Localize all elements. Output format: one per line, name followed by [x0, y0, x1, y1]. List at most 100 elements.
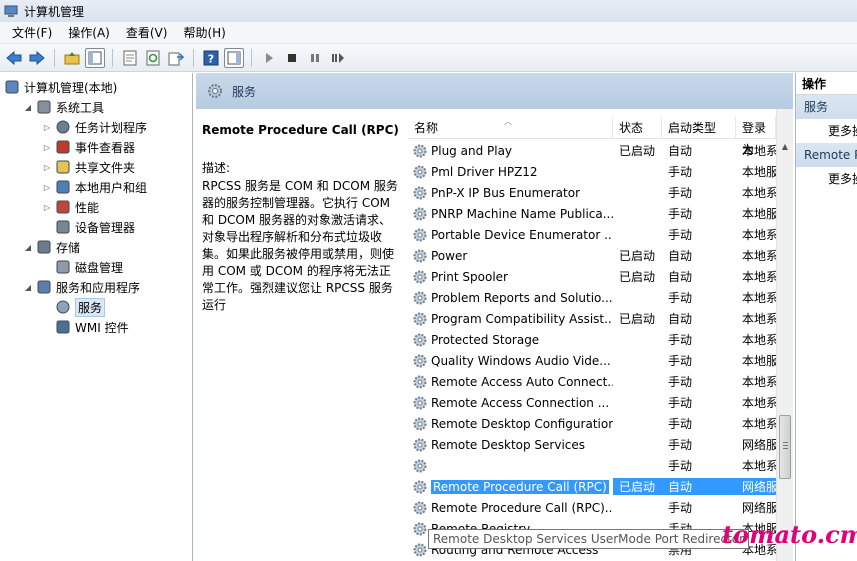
restart-service-button[interactable] — [328, 48, 348, 68]
pause-icon — [311, 53, 319, 62]
expand-arrow-icon[interactable]: ▷ — [42, 142, 52, 152]
tree-item[interactable]: 设备管理器 — [0, 217, 192, 237]
forward-button[interactable] — [27, 48, 47, 68]
play-icon — [266, 52, 273, 63]
scrollbar-thumb[interactable] — [779, 415, 791, 479]
more-actions-rpc[interactable]: 更多操作 — [796, 167, 857, 191]
refresh-button[interactable] — [143, 48, 163, 68]
column-header-name[interactable]: ︿ 名称 — [408, 117, 613, 139]
service-gear-icon — [413, 312, 427, 325]
service-row[interactable]: Protected Storage 手动 本地系 — [408, 329, 776, 350]
menu-action[interactable]: 操作(A) — [60, 23, 118, 43]
collapse-arrow-icon[interactable]: ◢ — [23, 102, 33, 112]
service-logon-as: 本地系 — [742, 375, 776, 389]
up-folder-button[interactable] — [62, 48, 82, 68]
service-row[interactable]: Pml Driver HPZ12 手动 本地服 — [408, 161, 776, 182]
service-name-cell: PnP-X IP Bus Enumerator — [408, 185, 613, 201]
tree-item[interactable]: ▷ 本地用户和组 — [0, 177, 192, 197]
service-row[interactable]: Power 已启动 自动 本地系 — [408, 245, 776, 266]
collapse-arrow-icon[interactable]: ◢ — [23, 242, 33, 252]
pause-service-button[interactable] — [305, 48, 325, 68]
service-startup-type: 手动 — [668, 501, 693, 515]
service-row[interactable]: Problem Reports and Solutio... 手动 本地系 — [408, 287, 776, 308]
menu-file[interactable]: 文件(F) — [4, 23, 60, 43]
service-row[interactable]: Remote Procedure Call (RPC)... 手动 网络服 — [408, 497, 776, 518]
service-row[interactable]: Plug and Play 已启动 自动 本地系 — [408, 140, 776, 161]
tree-item[interactable]: ◢ 存储 — [0, 237, 192, 257]
stop-service-button[interactable] — [282, 48, 302, 68]
start-service-button[interactable] — [259, 48, 279, 68]
tree-item[interactable]: 计算机管理(本地) — [0, 77, 192, 97]
tree-item[interactable]: ▷ 性能 — [0, 197, 192, 217]
more-actions-services[interactable]: 更多操作 — [796, 119, 857, 143]
actions-section-rpc[interactable]: Remote Procedure Call (RPC) — [796, 143, 857, 167]
back-button[interactable] — [4, 48, 24, 68]
service-name-cell: Remote Access Auto Connect... — [408, 374, 613, 390]
expand-arrow-icon[interactable]: ▷ — [42, 162, 52, 172]
export-list-button[interactable] — [166, 48, 186, 68]
service-status: 已启动 — [613, 478, 662, 495]
window-title: 计算机管理 — [24, 4, 85, 19]
actions-section-services[interactable]: 服务 — [796, 95, 857, 119]
service-gear-icon — [413, 144, 427, 157]
tree-item[interactable]: 磁盘管理 — [0, 257, 192, 277]
service-name-cell: Remote Desktop Services — [408, 437, 613, 453]
tree-item-label: 设备管理器 — [75, 220, 136, 235]
menu-bar: 文件(F) 操作(A) 查看(V) 帮助(H) — [0, 22, 857, 44]
show-hide-tree-button[interactable] — [85, 47, 105, 68]
folder-icon — [56, 160, 70, 174]
expand-arrow-icon[interactable]: ▷ — [42, 182, 52, 192]
service-row[interactable]: Remote Procedure Call (RPC) 已启动 自动 网络服 — [408, 476, 776, 497]
folder-up-icon — [64, 51, 80, 64]
service-gear-icon — [413, 438, 427, 451]
tree-item[interactable]: ▷ 事件查看器 — [0, 137, 192, 157]
menu-view[interactable]: 查看(V) — [118, 23, 176, 43]
tree-item-label: 性能 — [75, 200, 100, 215]
service-row[interactable]: Remote Desktop Services 手动 网络服 — [408, 434, 776, 455]
tree-item[interactable]: ◢ 系统工具 — [0, 97, 192, 117]
expand-arrow-icon[interactable]: ▷ — [42, 122, 52, 132]
list-column-headers: ︿ 名称 状态 启动类型 登录为 — [408, 117, 793, 157]
properties-button[interactable] — [120, 48, 140, 68]
service-gear-icon — [413, 375, 427, 388]
service-name-cell: PNRP Machine Name Publica... — [408, 206, 613, 222]
scroll-up-arrow-icon[interactable]: ▲ — [777, 139, 793, 155]
help-button[interactable]: ? — [201, 48, 221, 68]
column-header-logon-as[interactable]: 登录为 — [736, 117, 776, 157]
actions-title: 操作 — [796, 73, 857, 95]
tree-item[interactable]: 服务 — [0, 297, 192, 317]
column-header-status[interactable]: 状态 — [613, 117, 662, 139]
service-logon-as: 本地系 — [742, 270, 776, 284]
service-startup-type: 手动 — [668, 438, 693, 452]
service-startup-type: 手动 — [668, 165, 693, 179]
service-row[interactable]: 手动 本地系 — [408, 455, 776, 476]
service-row[interactable]: Print Spooler 已启动 自动 本地系 — [408, 266, 776, 287]
tree-item[interactable]: ◢ 服务和应用程序 — [0, 277, 192, 297]
collapse-arrow-icon[interactable]: ◢ — [23, 282, 33, 292]
column-status-label: 状态 — [619, 121, 644, 135]
service-name-cell: Print Spooler — [408, 269, 613, 285]
tree-item[interactable]: WMI 控件 — [0, 317, 192, 337]
tree-item[interactable]: ▷ 任务计划程序 — [0, 117, 192, 137]
service-row[interactable]: Portable Device Enumerator ... 手动 本地系 — [408, 224, 776, 245]
expand-arrow-icon[interactable]: ▷ — [42, 202, 52, 212]
description-text: RPCSS 服务是 COM 和 DCOM 服务器的服务控制管理器。它执行 COM… — [202, 179, 398, 312]
service-description-panel: Remote Procedure Call (RPC) 描述: RPCSS 服务… — [196, 109, 408, 561]
service-row[interactable]: Program Compatibility Assist... 已启动 自动 本地系 — [408, 308, 776, 329]
vertical-scrollbar[interactable]: ▲ — [776, 109, 793, 561]
help-icon: ? — [203, 50, 219, 65]
console-tree-icon — [88, 51, 102, 64]
service-row[interactable]: Remote Desktop Configuration 手动 本地系 — [408, 413, 776, 434]
column-header-startup-type[interactable]: 启动类型 — [662, 117, 736, 139]
service-row[interactable]: Quality Windows Audio Vide... 手动 本地服 — [408, 350, 776, 371]
menu-help[interactable]: 帮助(H) — [175, 23, 233, 43]
show-action-pane-button[interactable] — [224, 47, 244, 68]
service-row[interactable]: PnP-X IP Bus Enumerator 手动 本地系 — [408, 182, 776, 203]
service-row[interactable]: PNRP Machine Name Publica... 手动 本地服 — [408, 203, 776, 224]
disk-icon — [56, 260, 70, 274]
service-row[interactable]: Remote Access Connection ... 手动 本地系 — [408, 392, 776, 413]
tree-item[interactable]: ▷ 共享文件夹 — [0, 157, 192, 177]
service-row[interactable]: Remote Access Auto Connect... 手动 本地系 — [408, 371, 776, 392]
